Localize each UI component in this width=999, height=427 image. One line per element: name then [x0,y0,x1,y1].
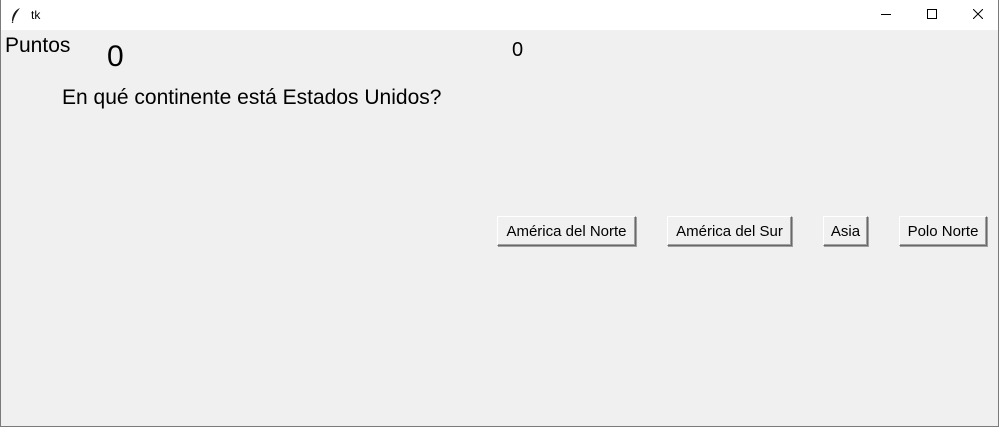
feather-icon [10,7,22,24]
window-content: Puntos 0 0 En qué continente está Estado… [1,30,998,426]
score-label: Puntos [5,34,71,57]
answer-button-america-del-norte[interactable]: América del Norte [497,216,636,246]
app-window: tk Puntos 0 0 En qué continente está Est… [0,0,999,427]
minimize-button[interactable] [863,0,909,30]
answer-button-america-del-sur[interactable]: América del Sur [667,216,792,246]
maximize-button[interactable] [909,0,955,30]
maximize-icon [927,6,937,24]
window-title: tk [31,8,41,22]
question-text: En qué continente está Estados Unidos? [62,86,442,109]
minimize-icon [881,6,891,24]
score-value: 0 [107,40,124,73]
counter-value: 0 [512,39,524,61]
title-bar[interactable]: tk [1,0,998,30]
close-button[interactable] [955,0,998,30]
answer-button-polo-norte[interactable]: Polo Norte [899,216,987,246]
close-icon [972,6,984,24]
answer-button-asia[interactable]: Asia [823,216,868,246]
